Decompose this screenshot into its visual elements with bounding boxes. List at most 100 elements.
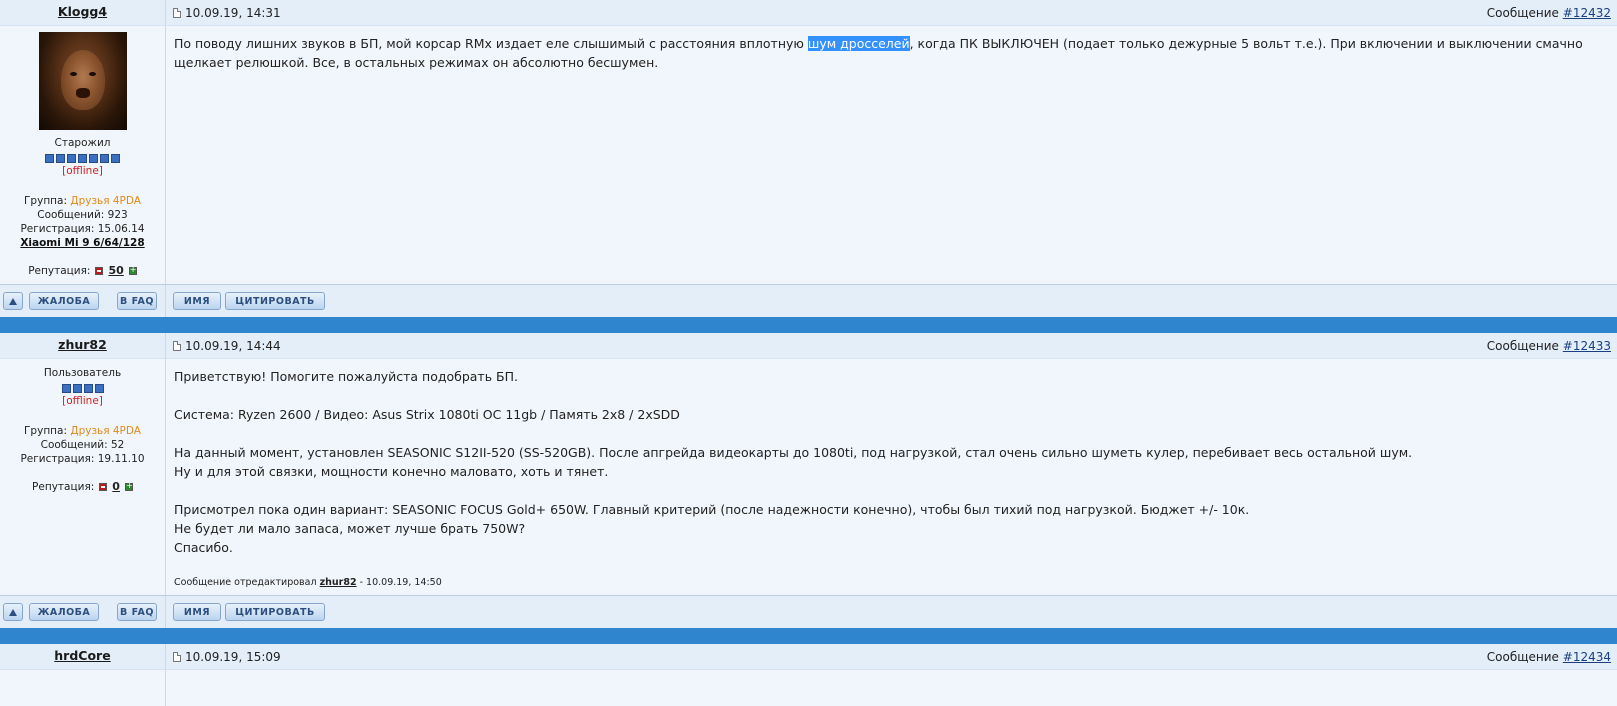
post-meta: 10.09.19, 14:31 Сообщение #12432 <box>166 0 1617 26</box>
document-icon <box>173 651 181 662</box>
reputation-label: Репутация: <box>32 481 95 493</box>
rep-plus-icon[interactable] <box>128 264 137 276</box>
group-value: Друзья 4PDA <box>70 425 141 437</box>
rank-pips <box>0 384 165 393</box>
post-line: Система: Ryzen 2600 / Видео: Asus Strix … <box>174 407 680 422</box>
post-hrdcore: hrdCore 10.09.19, 15:09 Сообщение #12434 <box>0 644 1617 706</box>
user-device-link[interactable]: Xiaomi Mi 9 6/64/128 <box>0 236 165 250</box>
name-button[interactable]: ИМЯ <box>173 292 221 310</box>
reputation-value[interactable]: 0 <box>112 480 120 494</box>
forum-thread: Klogg4 10.09.19, 14:31 Сообщение #12432 <box>0 0 1617 706</box>
post-content: Приветствую! Помогите пожалуйста подобра… <box>166 359 1617 595</box>
author-cell: Klogg4 <box>0 0 166 26</box>
post-body <box>0 670 1617 706</box>
online-status: [offline] <box>62 395 103 407</box>
faq-button[interactable]: В FAQ <box>117 603 157 621</box>
user-stats: Группа: Друзья 4PDA Сообщений: 923 Регис… <box>0 194 165 250</box>
post-line-blank <box>174 424 1609 443</box>
avatar-mouth <box>75 88 90 98</box>
post-line: Не будет ли мало запаса, может лучше бра… <box>174 521 526 536</box>
rank-pip <box>94 384 104 393</box>
faq-button[interactable]: В FAQ <box>117 292 157 310</box>
user-group: Группа: Друзья 4PDA <box>0 424 165 438</box>
post-line: На данный момент, установлен SEASONIC S1… <box>174 445 1413 460</box>
avatar-eye <box>69 72 77 76</box>
rank-pip <box>89 154 98 163</box>
document-icon <box>173 7 181 18</box>
message-number-link[interactable]: #12432 <box>1563 6 1611 20</box>
post-actions-right: ИМЯ ЦИТИРОВАТЬ <box>166 596 1617 628</box>
rank-pip <box>83 384 93 393</box>
rank-pip <box>56 154 65 163</box>
quote-button[interactable]: ЦИТИРОВАТЬ <box>225 603 325 621</box>
user-message-count: Сообщений: 52 <box>40 439 125 451</box>
user-rank: Старожил <box>54 137 111 149</box>
post-zhur82: zhur82 10.09.19, 14:44 Сообщение #12433 … <box>0 333 1617 628</box>
post-actions: ЖАЛОБА В FAQ ИМЯ ЦИТИРОВАТЬ <box>0 595 1617 628</box>
message-number-link[interactable]: #12434 <box>1563 650 1611 664</box>
user-registration: Регистрация: 19.11.10 <box>20 453 145 465</box>
scroll-top-button[interactable] <box>3 292 23 310</box>
message-number: Сообщение #12433 <box>1487 339 1611 353</box>
post-meta: 10.09.19, 14:44 Сообщение #12433 <box>166 333 1617 359</box>
name-button[interactable]: ИМЯ <box>173 603 221 621</box>
group-label: Группа: <box>24 425 68 437</box>
message-label: Сообщение <box>1486 5 1559 20</box>
document-icon <box>173 340 181 351</box>
author-link[interactable]: Klogg4 <box>58 4 107 19</box>
post-text: По поводу лишних звуков в БП, мой корсар… <box>174 36 808 51</box>
reputation: Репутация: 50 <box>0 264 165 278</box>
edit-note-time: - 10.09.19, 14:50 <box>359 577 442 588</box>
scroll-top-button[interactable] <box>3 603 23 621</box>
rank-pips <box>0 154 165 163</box>
rank-pip <box>78 154 87 163</box>
selected-text: шум дросселей <box>807 36 910 51</box>
post-date: 10.09.19, 14:31 <box>173 6 281 20</box>
post-actions-right: ИМЯ ЦИТИРОВАТЬ <box>166 285 1617 317</box>
author-cell: hrdCore <box>0 644 166 670</box>
post-header: zhur82 10.09.19, 14:44 Сообщение #12433 <box>0 333 1617 359</box>
post-date: 10.09.19, 14:44 <box>173 339 281 353</box>
post-line: Присмотрел пока один вариант: SEASONIC F… <box>174 502 1250 517</box>
rep-minus-icon[interactable] <box>99 483 108 491</box>
user-info: Старожил [offline] Группа: Друзья 4PDA С… <box>0 26 166 284</box>
post-body: Пользователь [offline] Группа: Друзья 4P… <box>0 359 1617 595</box>
message-number-link[interactable]: #12433 <box>1563 339 1611 353</box>
user-info <box>0 670 166 706</box>
rank-pip <box>111 154 120 163</box>
post-line-blank <box>174 481 1609 500</box>
rank-pip <box>67 154 76 163</box>
rank-pip <box>72 384 82 393</box>
group-value: Друзья 4PDA <box>70 195 141 207</box>
post-content: По поводу лишних звуков в БП, мой корсар… <box>166 26 1617 284</box>
author-link[interactable]: zhur82 <box>58 337 107 352</box>
user-rank: Пользователь <box>43 367 122 379</box>
author-cell: zhur82 <box>0 333 166 359</box>
avatar-face <box>60 50 105 110</box>
author-link[interactable]: hrdCore <box>54 648 110 663</box>
rank-pip <box>100 154 109 163</box>
edit-note-author[interactable]: zhur82 <box>320 577 357 588</box>
group-label: Группа: <box>24 195 68 207</box>
quote-button[interactable]: ЦИТИРОВАТЬ <box>225 292 325 310</box>
post-date: 10.09.19, 15:09 <box>173 650 281 664</box>
message-label: Сообщение <box>1486 649 1559 664</box>
post-line: Приветствую! Помогите пожалуйста подобра… <box>174 369 519 384</box>
post-header: hrdCore 10.09.19, 15:09 Сообщение #12434 <box>0 644 1617 670</box>
rep-minus-icon[interactable] <box>95 267 104 275</box>
message-number: Сообщение #12432 <box>1487 6 1611 20</box>
rep-plus-icon[interactable] <box>124 480 133 492</box>
reputation-value[interactable]: 50 <box>108 264 123 278</box>
avatar[interactable] <box>38 32 127 130</box>
post-date-text: 10.09.19, 14:44 <box>185 338 281 353</box>
post-line: Спасибо. <box>174 540 233 555</box>
avatar-eye <box>88 72 96 76</box>
message-number: Сообщение #12434 <box>1487 650 1611 664</box>
complain-button[interactable]: ЖАЛОБА <box>29 292 99 310</box>
reputation-label: Репутация: <box>28 265 91 277</box>
post-content <box>166 670 1617 706</box>
user-registration: Регистрация: 15.06.14 <box>20 223 145 235</box>
user-group: Группа: Друзья 4PDA <box>0 194 165 208</box>
message-label: Сообщение <box>1486 338 1559 353</box>
complain-button[interactable]: ЖАЛОБА <box>29 603 99 621</box>
